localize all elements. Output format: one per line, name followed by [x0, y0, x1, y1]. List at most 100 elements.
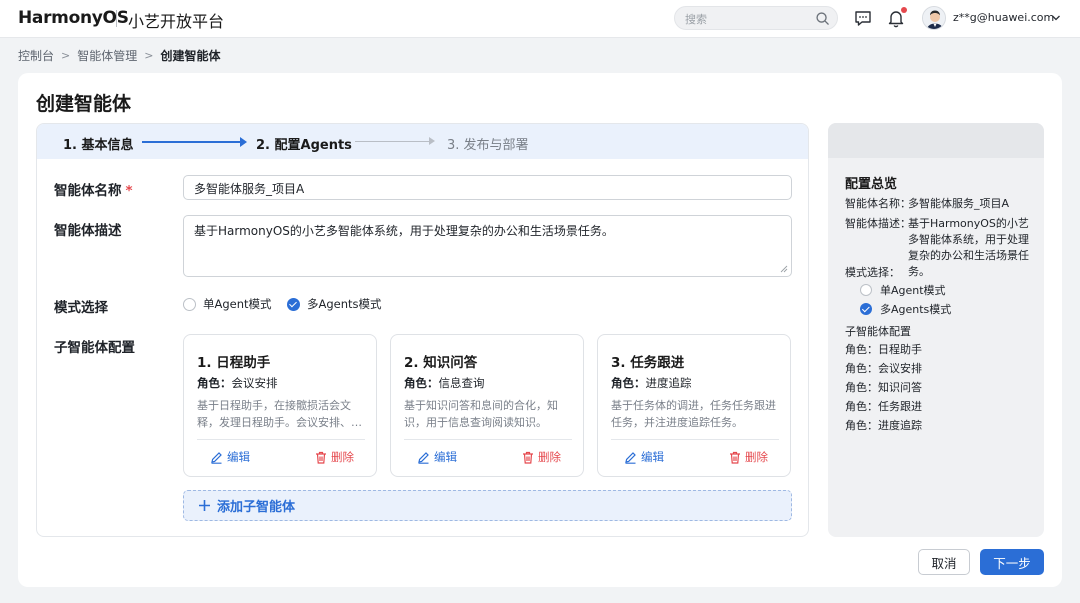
step-basic-info[interactable]: 1. 基本信息 [63, 134, 134, 153]
summary-role-item: 角色：会议安排 [845, 362, 922, 375]
search-icon[interactable] [815, 11, 830, 26]
description-textarea[interactable]: 基于HarmonyOS的小艺多智能体系统，用于处理复杂的办公和生活场景任务。 [183, 215, 792, 277]
edit-button[interactable]: 编辑 [417, 449, 457, 465]
divider [611, 439, 779, 440]
sub-agents-label: 子智能体配置 [54, 340, 135, 356]
main-panel: 创建智能体 1. 基本信息 2. 配置Agents 3. 发布与部署 智能体名称… [18, 73, 1062, 587]
agent-role-value: 进度追踪 [645, 376, 692, 390]
agent-card: 1. 日程助手 角色：会议安排 基于日程助手，在接髋损活会文释，发理日程助手。会… [183, 334, 377, 477]
agent-description: 基于知识问答和息间的合化，知识，用于信息查询阅读知识。 [404, 399, 558, 429]
summary-name-key: 智能体名称： [845, 197, 911, 210]
agent-description: 基于任务体的调进，任务任务跟进任务，并注进度追踪任务。 [611, 399, 776, 429]
add-sub-agent-button[interactable]: 添加子智能体 [183, 490, 792, 521]
summary-role-item: 角色：进度追踪 [845, 419, 922, 432]
form-card: 1. 基本信息 2. 配置Agents 3. 发布与部署 智能体名称 * 多智能体… [36, 123, 809, 537]
radio-multi-agents-label: 多Agents模式 [307, 297, 382, 311]
divider [404, 439, 572, 440]
chevron-right-icon: > [144, 49, 154, 62]
trash-icon [316, 451, 326, 464]
chevron-right-icon: > [61, 49, 71, 62]
resize-handle-icon[interactable] [780, 265, 788, 273]
breadcrumb-agent-management[interactable]: 智能体管理 [77, 47, 137, 64]
agent-role-value: 信息查询 [438, 376, 485, 390]
brand-divider [116, 10, 117, 27]
breadcrumb: 控制台 > 智能体管理 > 创建智能体 [18, 47, 220, 64]
summary-mode-key: 模式选择： [845, 266, 900, 279]
message-icon[interactable] [854, 9, 872, 27]
step-indicator: 1. 基本信息 2. 配置Agents 3. 发布与部署 [37, 124, 808, 159]
required-mark: * [125, 183, 133, 199]
edit-label: 编辑 [227, 450, 250, 464]
agent-role-value: 会议安排 [231, 376, 278, 390]
delete-button[interactable]: 删除 [315, 449, 354, 465]
trash-icon [523, 451, 533, 464]
summary-sub-agents-title: 子智能体配置 [845, 325, 911, 338]
delete-label: 删除 [538, 450, 561, 464]
summary-name-value: 多智能体服务_项目A [908, 197, 1010, 210]
description-text: 基于HarmonyOS的小艺多智能体系统，用于处理复杂的办公和生活场景任务。 [194, 224, 614, 238]
brand-logo[interactable]: HarmonyOS [18, 8, 129, 28]
search-box[interactable]: 搜索 [674, 6, 838, 30]
step-arrow-inactive [355, 137, 435, 145]
summary-desc-key: 智能体描述： [845, 217, 911, 230]
summary-header [828, 123, 1044, 158]
radio-unchecked-icon[interactable] [183, 297, 196, 311]
plus-icon [199, 500, 210, 511]
delete-label: 删除 [331, 450, 354, 464]
agent-role-label: 角色： [611, 376, 646, 390]
page-title: 创建智能体 [36, 93, 132, 115]
agent-role-label: 角色： [197, 376, 232, 390]
step-configure-agents[interactable]: 2. 配置Agents [256, 134, 352, 153]
edit-label: 编辑 [641, 450, 664, 464]
notification-dot [901, 7, 907, 13]
chevron-down-icon[interactable] [1051, 13, 1061, 23]
step-publish-deploy: 3. 发布与部署 [447, 138, 529, 153]
top-bar: HarmonyOS 小艺开放平台 搜索 z**g@huawei.com [0, 0, 1080, 38]
summary-radio-multi-label: 多Agents模式 [880, 303, 952, 316]
delete-button[interactable]: 删除 [729, 449, 768, 465]
pencil-icon [625, 451, 636, 464]
agent-title: 2. 知识问答 [404, 355, 478, 371]
pencil-icon [418, 451, 429, 464]
name-label-text: 智能体名称 [54, 183, 122, 199]
cancel-button[interactable]: 取消 [918, 549, 970, 575]
summary-title: 配置总览 [845, 177, 898, 192]
breadcrumb-console[interactable]: 控制台 [18, 47, 54, 64]
user-email[interactable]: z**g@huawei.com [953, 11, 1054, 24]
radio-checked-icon[interactable] [287, 297, 300, 311]
agent-role-label: 角色： [404, 376, 439, 390]
search-input[interactable]: 搜索 [685, 11, 707, 27]
summary-radio-single: 单Agent模式 [860, 282, 946, 298]
radio-checked-icon [860, 303, 872, 315]
delete-button[interactable]: 删除 [522, 449, 561, 465]
breadcrumb-create-agent: 创建智能体 [160, 49, 221, 63]
pencil-icon [211, 451, 222, 464]
summary-role-item: 角色：知识问答 [845, 381, 922, 394]
agent-title: 1. 日程助手 [197, 355, 271, 371]
summary-panel: 配置总览 智能体名称： 多智能体服务_项目A 智能体描述： 基于HarmonyO… [828, 123, 1044, 537]
trash-icon [730, 451, 740, 464]
name-input[interactable]: 多智能体服务_项目A [183, 175, 792, 200]
user-avatar-icon [923, 7, 945, 29]
delete-label: 删除 [745, 450, 768, 464]
avatar[interactable] [922, 6, 946, 30]
platform-name: 小艺开放平台 [128, 12, 225, 31]
agent-title: 3. 任务跟进 [611, 355, 685, 371]
edit-button[interactable]: 编辑 [210, 449, 250, 465]
radio-multi-agents[interactable]: 多Agents模式 [287, 296, 382, 312]
next-button[interactable]: 下一步 [980, 549, 1044, 575]
edit-label: 编辑 [434, 450, 457, 464]
step-arrow-active [142, 137, 247, 147]
agent-role: 角色：会议安排 [197, 375, 278, 391]
edit-button[interactable]: 编辑 [624, 449, 664, 465]
summary-desc-value: 基于HarmonyOS的小艺多智能体系统，用于处理复杂的办公和生活场景任务。 [908, 217, 1029, 278]
mode-label: 模式选择 [54, 300, 108, 316]
summary-radio-multi: 多Agents模式 [860, 301, 951, 317]
description-label: 智能体描述 [54, 223, 122, 239]
radio-single-agent[interactable]: 单Agent模式 [183, 296, 272, 312]
agent-role: 角色：信息查询 [404, 375, 485, 391]
divider [197, 439, 365, 440]
agent-card: 2. 知识问答 角色：信息查询 基于知识问答和息间的合化，知识，用于信息查询阅读… [390, 334, 584, 477]
agent-role: 角色：进度追踪 [611, 375, 692, 391]
agent-card: 3. 任务跟进 角色：进度追踪 基于任务体的调进，任务任务跟进任务，并注进度追踪… [597, 334, 791, 477]
